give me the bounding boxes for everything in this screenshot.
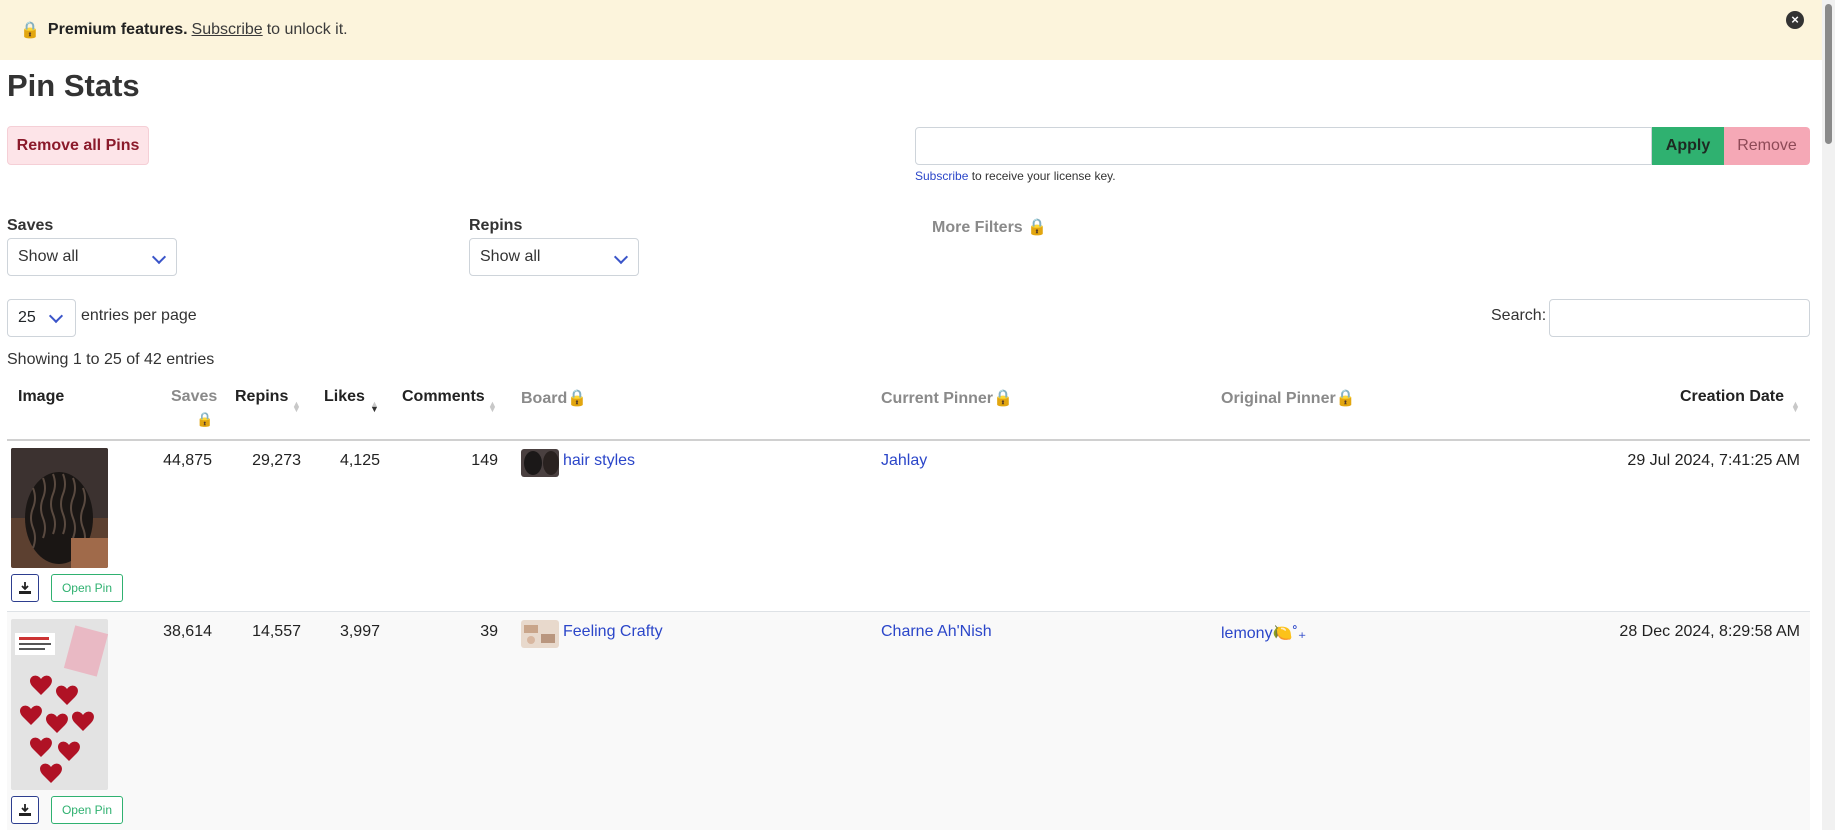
page-scrollbar[interactable] — [1822, 0, 1835, 830]
pin-image[interactable] — [11, 619, 108, 790]
table-row — [7, 612, 1810, 830]
row-saves: 38,614 — [163, 623, 212, 640]
lock-icon: 🔒 — [196, 411, 214, 427]
chevron-down-icon — [613, 249, 629, 265]
current-pinner-link[interactable]: Jahlay — [881, 452, 927, 470]
premium-banner: 🔒 Premium features. Subscribe to unlock … — [0, 0, 1822, 60]
scrollbar-thumb[interactable] — [1825, 4, 1832, 144]
banner-bold-text: Premium features. — [47, 21, 188, 38]
remove-license-button[interactable]: Remove — [1724, 127, 1810, 165]
license-note: Subscribe to receive your license key. — [915, 169, 1116, 183]
repins-filter-label: Repins — [469, 217, 523, 234]
saves-filter-label: Saves — [7, 217, 54, 234]
board-link[interactable]: Feeling Crafty — [563, 623, 663, 641]
row-comments: 39 — [480, 623, 498, 640]
sort-icon[interactable]: ▲ ▼ — [370, 400, 379, 414]
row-likes: 3,997 — [339, 623, 380, 640]
open-pin-button[interactable]: Open Pin — [51, 796, 123, 824]
license-key-input[interactable] — [915, 127, 1652, 165]
page-title: Pin Stats — [7, 68, 140, 103]
apply-button[interactable]: Apply — [1652, 127, 1724, 165]
saves-filter-value: Show all — [18, 248, 79, 265]
column-header-creation-date[interactable]: Creation Date — [1680, 388, 1784, 406]
remove-all-pins-button[interactable]: Remove all Pins — [7, 126, 149, 165]
pin-image[interactable] — [11, 448, 108, 568]
column-header-board: Board🔒 — [521, 390, 588, 407]
entries-per-page-label: entries per page — [81, 307, 197, 324]
license-note-text: to receive your license key. — [971, 169, 1116, 183]
column-header-saves[interactable]: Saves — [171, 388, 217, 406]
column-header-current-pinner: Current Pinner🔒 — [881, 390, 1013, 407]
repins-filter-select[interactable]: Show all — [469, 238, 639, 276]
original-pinner-link[interactable]: lemony🍋˚₊ — [1221, 623, 1306, 643]
sort-icon[interactable]: ▲ ▼ — [488, 400, 497, 414]
showing-entries-text: Showing 1 to 25 of 42 entries — [7, 351, 215, 368]
sort-icon[interactable]: ▲ ▼ — [292, 400, 301, 414]
open-pin-button[interactable]: Open Pin — [51, 574, 123, 602]
column-header-repins[interactable]: Repins — [235, 388, 288, 406]
row-repins: 14,557 — [252, 623, 301, 640]
row-creation-date: 28 Dec 2024, 8:29:58 AM — [1619, 623, 1800, 640]
download-button[interactable] — [11, 574, 39, 602]
entries-per-page-select[interactable]: 25 — [7, 299, 76, 337]
row-likes: 4,125 — [339, 452, 380, 469]
column-header-likes[interactable]: Likes — [324, 388, 365, 406]
lock-icon: 🔒 — [20, 22, 40, 39]
current-pinner-link[interactable]: Charne Ah'Nish — [881, 623, 992, 641]
column-header-original-pinner: Original Pinner🔒 — [1221, 390, 1356, 407]
banner-suffix: to unlock it. — [266, 21, 348, 38]
saves-filter-select[interactable]: Show all — [7, 238, 177, 276]
download-icon — [19, 804, 31, 816]
board-link[interactable]: hair styles — [563, 452, 635, 470]
column-header-comments[interactable]: Comments — [402, 388, 485, 406]
row-creation-date: 29 Jul 2024, 7:41:25 AM — [1627, 452, 1800, 469]
row-comments: 149 — [471, 452, 498, 469]
sort-icon[interactable]: ▲ ▼ — [1791, 400, 1800, 414]
search-input[interactable] — [1549, 299, 1810, 337]
board-thumbnail — [521, 449, 559, 477]
row-saves: 44,875 — [163, 452, 212, 469]
chevron-down-icon — [48, 308, 64, 324]
license-subscribe-link[interactable]: Subscribe — [915, 169, 968, 183]
banner-subscribe-link[interactable]: Subscribe — [192, 21, 263, 39]
download-button[interactable] — [11, 796, 39, 824]
entries-value: 25 — [18, 309, 36, 326]
chevron-down-icon — [151, 249, 167, 265]
download-icon — [19, 582, 31, 594]
close-icon[interactable]: × — [1786, 11, 1804, 29]
repins-filter-value: Show all — [480, 248, 541, 265]
search-label: Search: — [1491, 307, 1547, 324]
more-filters-toggle[interactable]: More Filters 🔒 — [932, 217, 1047, 237]
board-thumbnail — [521, 620, 559, 648]
row-repins: 29,273 — [252, 452, 301, 469]
column-header-image: Image — [18, 388, 65, 405]
